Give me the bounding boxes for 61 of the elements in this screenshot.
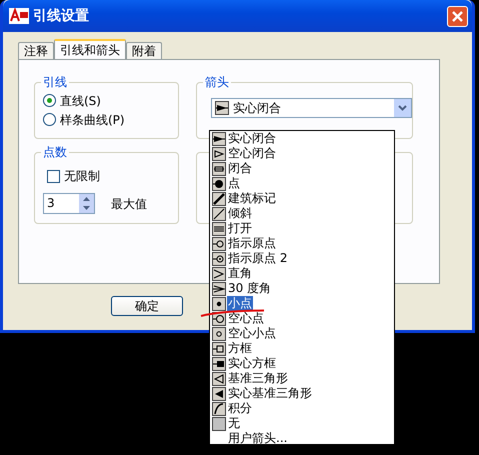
dropdown-option[interactable]: 指示原点: [227, 236, 277, 251]
tab[interactable]: 注释: [18, 42, 54, 59]
dropdown-option[interactable]: 点: [227, 176, 241, 191]
dropdown-option[interactable]: 30 度角: [227, 281, 272, 296]
arrowhead-icon: [215, 101, 229, 115]
group-title: 箭头: [203, 75, 231, 89]
arrowhead-icon: [212, 296, 226, 310]
dropdown-option[interactable]: 指示原点 2: [227, 251, 288, 266]
radio-label[interactable]: 样条曲线(P): [60, 110, 125, 128]
radio-button[interactable]: [43, 113, 56, 126]
dropdown-option[interactable]: 空心小点: [227, 326, 277, 341]
arrowhead-icon: [212, 162, 226, 176]
dropdown-option[interactable]: 闭合: [227, 161, 253, 176]
dropdown-option[interactable]: 直角: [227, 266, 253, 281]
dropdown-option[interactable]: 实心方框: [227, 356, 277, 371]
arrowhead-icon: [212, 252, 226, 266]
dropdown-option[interactable]: 实心基准三角形: [227, 386, 313, 401]
spinner-arrows-icon[interactable]: [79, 194, 94, 213]
window-title: 引线设置: [33, 6, 89, 26]
max-points-spinner[interactable]: 3: [43, 193, 95, 214]
arrowhead-icon: [212, 416, 226, 430]
dropdown-option[interactable]: 基准三角形: [227, 371, 289, 386]
arrowhead-icon: [212, 372, 226, 386]
dropdown-option[interactable]: 建筑标记: [227, 191, 277, 206]
arrowhead-icon: [212, 282, 226, 296]
close-button[interactable]: [447, 6, 468, 26]
arrowhead-icon: [212, 386, 226, 400]
tab[interactable]: 引线和箭头: [54, 39, 126, 59]
dropdown-option[interactable]: 积分: [227, 401, 253, 416]
close-icon: [451, 10, 464, 24]
dropdown-option[interactable]: 打开: [227, 221, 253, 236]
dropdown-option[interactable]: 小点: [227, 296, 253, 311]
group-title: 点数: [41, 145, 69, 159]
arrowhead-icon: [212, 236, 226, 250]
radio-button[interactable]: [43, 94, 56, 107]
dropdown-option[interactable]: 方框: [227, 341, 253, 356]
dropdown-option[interactable]: 空心点: [227, 311, 265, 326]
tab[interactable]: 附着: [126, 42, 162, 59]
dropdown-option[interactable]: 无: [227, 416, 241, 431]
arrowhead-icon: [212, 326, 226, 340]
radio-label[interactable]: 直线(S): [60, 92, 101, 110]
arrowhead-icon: [212, 192, 226, 206]
arrowhead-icon: [212, 342, 226, 356]
arrowhead-icon: [212, 266, 226, 280]
checkbox-label[interactable]: 无限制: [64, 167, 100, 185]
arrowhead-icon: [212, 222, 226, 236]
dropdown-option[interactable]: 倾斜: [227, 206, 253, 221]
arrowhead-icon: [212, 206, 226, 220]
arrowhead-dropdown[interactable]: 实心闭合: [211, 98, 412, 118]
arrowhead-icon: [212, 176, 226, 190]
field-label: 最大值: [111, 196, 147, 212]
ok-button[interactable]: 确定: [111, 296, 183, 316]
unlimited-checkbox[interactable]: [47, 170, 60, 182]
group-title: 引线: [41, 75, 69, 89]
app-icon: [9, 8, 29, 24]
arrowhead-icon: [212, 402, 226, 416]
arrowhead-icon: [212, 356, 226, 370]
dropdown-option[interactable]: 实心闭合: [227, 131, 277, 146]
dropdown-option[interactable]: 用户箭头...: [227, 431, 288, 446]
dropdown-option[interactable]: 空心闭合: [227, 146, 277, 161]
arrowhead-icon: [212, 146, 226, 160]
